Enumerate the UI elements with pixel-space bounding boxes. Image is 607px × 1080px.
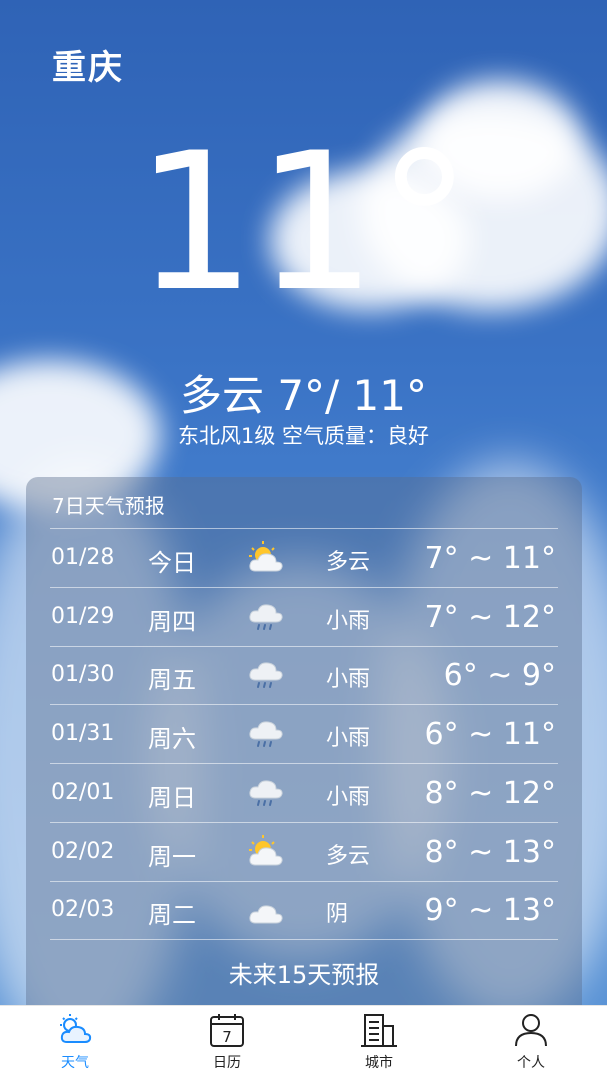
forecast-condition: 小雨: [326, 608, 371, 634]
light-rain-icon: [246, 774, 286, 810]
forecast-weekday: 周五: [148, 666, 196, 695]
tab-weather[interactable]: 天气: [20, 1012, 130, 1078]
tab-profile[interactable]: 个人: [476, 1012, 586, 1078]
forecast-row[interactable]: 01/31 周六 小雨 6° ~ 11°: [26, 705, 582, 763]
forecast-weekday: 周一: [148, 842, 196, 871]
forecast-date: 01/28: [51, 545, 115, 570]
forecast-temp-range: 8° ~ 12°: [424, 775, 556, 811]
city-icon: [361, 1014, 397, 1047]
partly-cloudy-icon: [246, 833, 286, 869]
tab-label: 个人: [517, 1055, 545, 1071]
forecast-date: 02/03: [51, 897, 115, 923]
divider: [50, 939, 558, 941]
tab-city[interactable]: 城市: [324, 1012, 434, 1078]
forecast-temp-range: 7° ~ 11°: [424, 541, 556, 576]
tab-label: 天气: [61, 1055, 89, 1071]
person-icon: [515, 1014, 547, 1047]
forecast-weekday: 周日: [148, 783, 196, 812]
forecast-row[interactable]: 01/28 今日 多云 7° ~ 11°: [26, 529, 582, 587]
partly-cloudy-icon: [246, 539, 286, 575]
tab-label: 城市: [365, 1055, 393, 1071]
light-rain-icon: [246, 598, 286, 634]
forecast-date: 01/31: [51, 721, 115, 747]
forecast-temp-range: 7° ~ 12°: [424, 599, 556, 635]
forecast-row[interactable]: 01/30 周五 小雨 6° ~ 9°: [26, 646, 582, 704]
forecast-condition: 多云: [326, 843, 371, 869]
forecast-weekday: 周六: [148, 725, 196, 754]
forecast-row[interactable]: 02/01 周日 小雨 8° ~ 12°: [26, 764, 582, 822]
forecast-condition: 多云: [326, 550, 371, 575]
forecast-title: 7日天气预报: [52, 494, 165, 518]
forecast-temp-range: 9° ~ 13°: [424, 893, 556, 929]
forecast-date: 02/02: [51, 838, 115, 864]
forecast-temp-range: 8° ~ 13°: [424, 834, 556, 870]
forecast-date: 01/30: [51, 662, 115, 688]
forecast-temp-range: 6° ~ 9°: [443, 658, 556, 694]
forecast-weekday: 周四: [148, 607, 196, 636]
forecast-card: 7日天气预报 01/28 今日 多云 7° ~ 11° 01/29 周四 小雨 7° ~ 12…: [26, 477, 582, 1037]
overcast-icon: [246, 891, 286, 927]
forecast-temp-range: 6° ~ 11°: [424, 717, 556, 753]
forecast-weekday: 今日: [148, 549, 196, 577]
forecast-row[interactable]: 01/29 周四 小雨 7° ~ 12°: [26, 588, 582, 646]
light-rain-icon: [246, 656, 286, 692]
tab-label: 日历: [213, 1055, 241, 1071]
city-name[interactable]: 重庆: [52, 40, 124, 89]
forecast-condition: 小雨: [326, 667, 371, 693]
wind-air-quality: 东北风1级 空气质量：良好: [177, 424, 430, 448]
forecast-date: 01/29: [51, 603, 115, 629]
forecast-date: 02/01: [51, 779, 115, 805]
calendar-day-number: 7: [222, 1028, 232, 1046]
forecast-row[interactable]: 02/03 周二 阴 9° ~ 13°: [26, 881, 582, 939]
forecast-row[interactable]: 02/02 周一 多云 8° ~ 13°: [26, 823, 582, 881]
bottom-tab-bar: 天气 7 日历 城市 个人: [0, 1005, 607, 1080]
tab-calendar[interactable]: 7 日历: [172, 1012, 282, 1078]
forecast-condition: 小雨: [326, 784, 371, 810]
light-rain-icon: [246, 715, 286, 751]
forecast-condition: 阴: [326, 902, 349, 928]
calendar-icon: 7: [210, 1014, 244, 1047]
current-condition: 多云 7°/ 11°: [179, 371, 428, 420]
weather-icon: [60, 1014, 92, 1043]
current-temperature: 11°: [135, 112, 472, 333]
forecast-condition: 小雨: [326, 726, 371, 752]
15-day-forecast-link[interactable]: 未来15天预报: [26, 955, 582, 990]
forecast-weekday: 周二: [148, 901, 196, 930]
